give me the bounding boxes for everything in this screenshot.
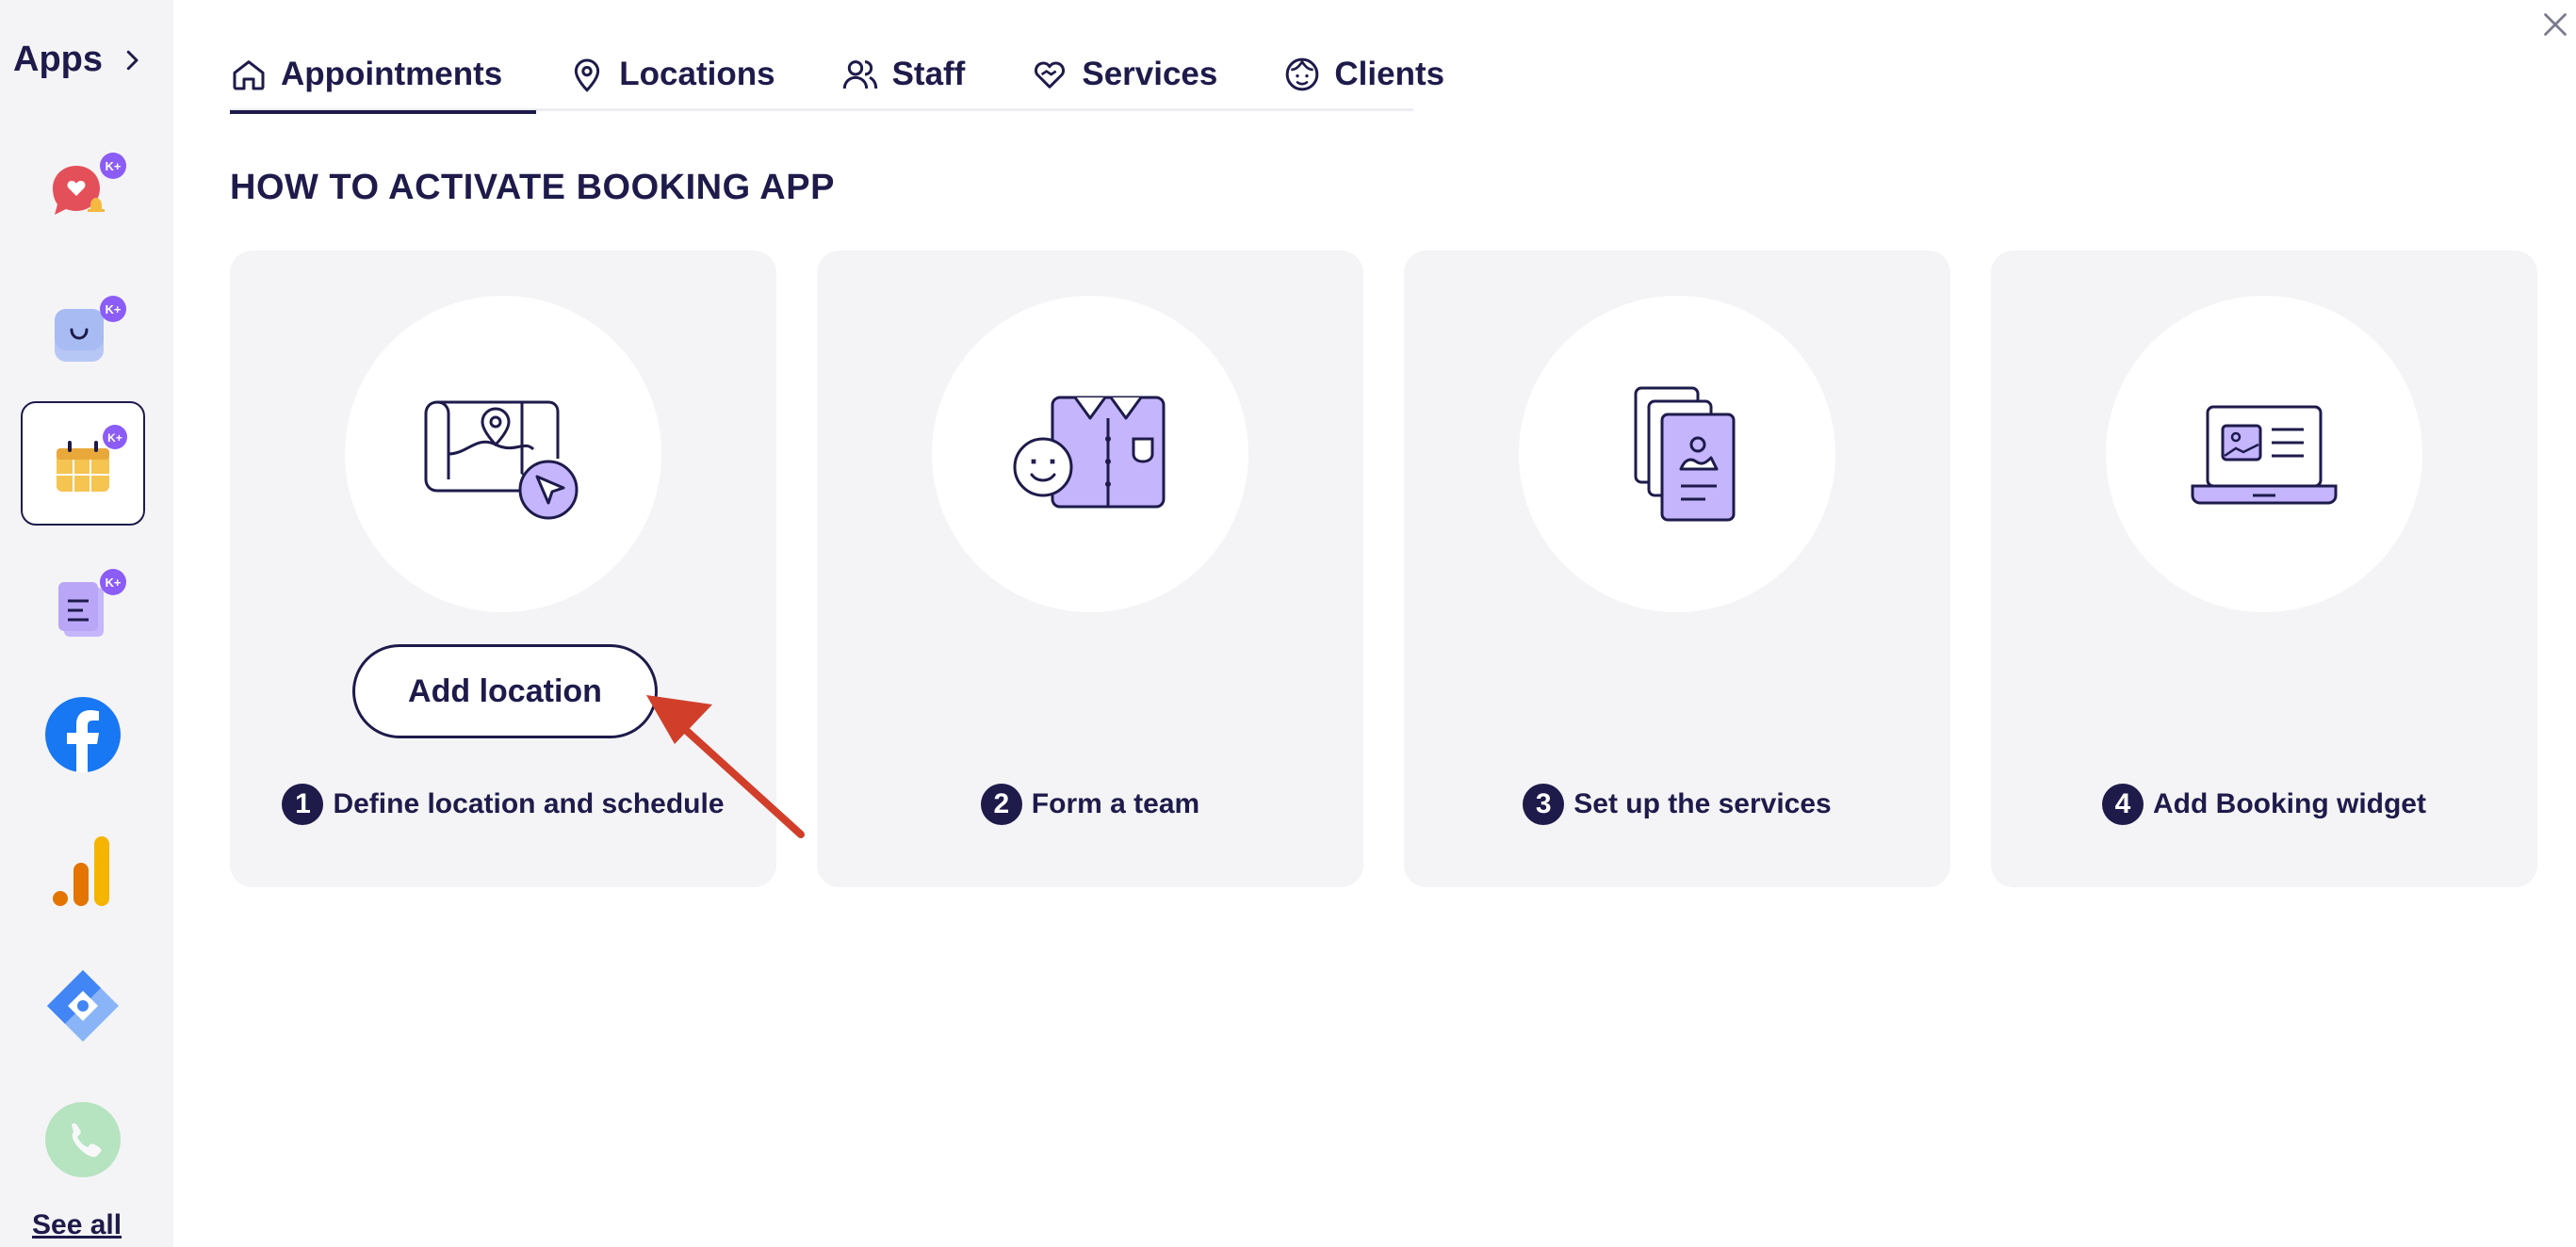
app-phone[interactable] — [21, 1077, 145, 1202]
svg-text:K+: K+ — [106, 575, 122, 590]
svg-text:K+: K+ — [106, 159, 122, 173]
laptop-widget-icon — [2191, 405, 2338, 505]
phone-icon — [45, 1102, 121, 1177]
tab-staff[interactable]: Staff — [841, 38, 1000, 111]
document-icon: K+ — [58, 569, 126, 637]
app-google-analytics[interactable] — [21, 810, 145, 934]
app-booking-calendar[interactable]: K+ — [21, 401, 145, 526]
svg-text:K+: K+ — [106, 302, 122, 316]
close-icon[interactable] — [2538, 8, 2572, 41]
heart-hand-icon — [1035, 61, 1066, 89]
tab-locations[interactable]: Locations — [568, 38, 808, 111]
step-text: Form a team — [1031, 788, 1200, 819]
users-icon — [842, 60, 877, 89]
apps-header[interactable]: Apps — [13, 40, 146, 80]
chevron-right-icon — [126, 50, 139, 70]
app-facebook[interactable] — [21, 671, 145, 795]
step-label: 4 Add Booking widget — [1991, 784, 2537, 825]
step-number: 2 — [980, 784, 1022, 825]
services-cards-icon — [1634, 386, 1736, 522]
tab-label: Appointments — [281, 56, 503, 92]
tab-services[interactable]: Services — [1031, 38, 1251, 111]
step-text: Set up the services — [1573, 788, 1832, 819]
step-card-widget: 4 Add Booking widget — [1991, 251, 2537, 887]
apps-title: Apps — [13, 40, 103, 79]
step-label: 1 Define location and schedule — [230, 784, 776, 825]
step-number: 4 — [2102, 784, 2144, 825]
tab-label: Locations — [619, 56, 775, 92]
location-pin-icon — [575, 58, 600, 92]
illustration-circle — [2106, 296, 2422, 612]
face-icon — [1286, 57, 1319, 91]
svg-text:K+: K+ — [107, 431, 122, 445]
illustration-circle — [345, 296, 661, 612]
step-text: Define location and schedule — [333, 788, 725, 819]
shopping-bag-icon: K+ — [55, 296, 126, 362]
see-all-link[interactable]: See all — [32, 1209, 122, 1241]
step-card-services: 3 Set up the services — [1404, 251, 1950, 887]
chat-heart-icon: K+ — [53, 153, 126, 215]
step-label: 3 Set up the services — [1404, 784, 1950, 825]
tab-label: Services — [1082, 56, 1218, 92]
step-text: Add Booking widget — [2153, 788, 2426, 819]
booking-tabs: Appointments Locations Staff Services Cl… — [230, 38, 1444, 114]
tab-clients[interactable]: Clients — [1283, 38, 1478, 111]
tag-manager-icon — [47, 970, 119, 1042]
app-tag-manager[interactable] — [21, 944, 145, 1068]
map-location-icon — [424, 400, 579, 520]
step-number: 3 — [1523, 784, 1565, 825]
tab-appointments[interactable]: Appointments — [230, 38, 537, 114]
illustration-circle — [1519, 296, 1835, 612]
step-card-location: Add location 1 Define location and sched… — [230, 251, 776, 887]
home-icon — [233, 60, 265, 90]
step-label: 2 Form a team — [817, 784, 1363, 825]
tab-label: Staff — [891, 56, 966, 92]
apps-sidebar: Apps K+ K+ K+ K+ See all — [0, 0, 173, 1247]
calendar-booking-icon: K+ — [57, 425, 127, 492]
team-shirt-icon — [1013, 396, 1166, 509]
step-number: 1 — [282, 784, 324, 825]
step-card-team: 2 Form a team — [817, 251, 1363, 887]
google-analytics-icon — [53, 836, 109, 906]
app-shopping-bag[interactable]: K+ — [21, 273, 145, 397]
section-title: HOW TO ACTIVATE BOOKING APP — [230, 168, 835, 207]
illustration-circle — [932, 296, 1248, 612]
facebook-icon — [45, 697, 121, 772]
app-document[interactable]: K+ — [21, 546, 145, 671]
add-location-button[interactable]: Add location — [352, 644, 658, 738]
tab-label: Clients — [1334, 56, 1445, 92]
app-chat-heart[interactable]: K+ — [21, 132, 145, 256]
